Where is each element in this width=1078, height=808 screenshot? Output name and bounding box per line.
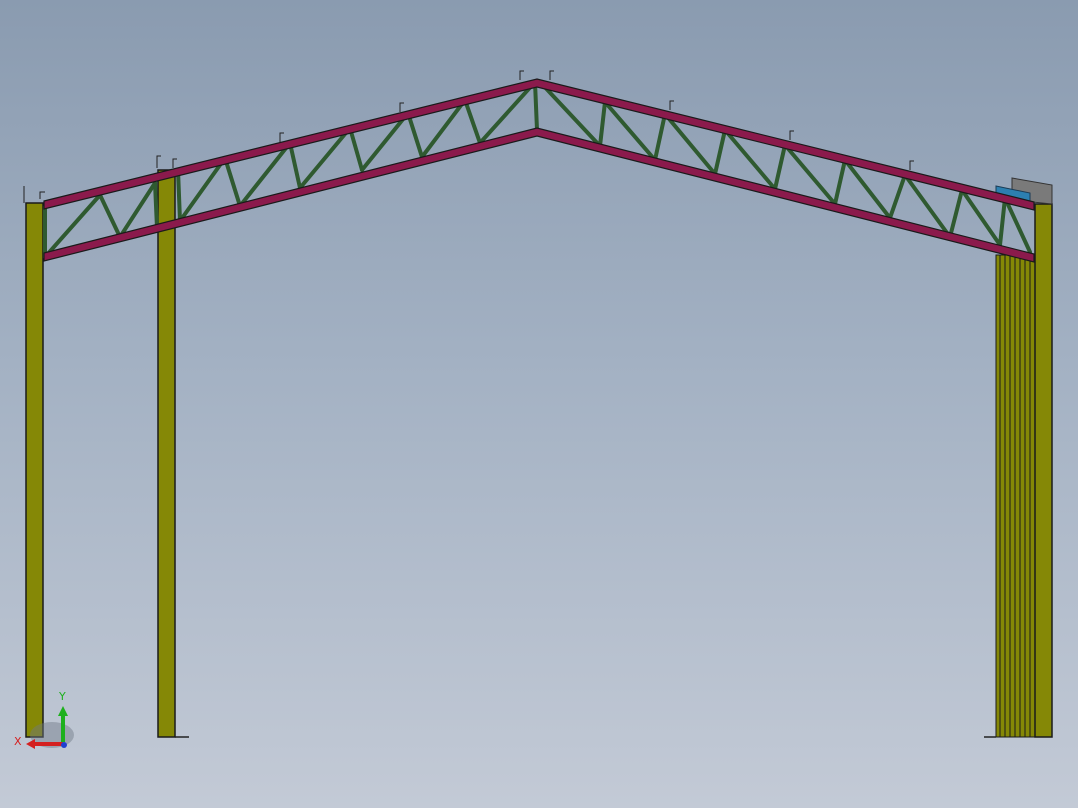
interior-column[interactable] (157, 169, 189, 738)
left-column[interactable] (23, 186, 44, 738)
cad-graphics-viewport[interactable]: Y X (0, 0, 1078, 808)
portal-frame-model[interactable] (23, 70, 1053, 738)
truss-top-chord[interactable] (43, 78, 1035, 211)
triad-y-label: Y (58, 690, 66, 703)
truss-bottom-chord[interactable] (43, 127, 1035, 263)
coordinate-triad-icon: Y X (14, 690, 74, 749)
triad-x-label: X (14, 735, 22, 748)
right-column[interactable] (984, 177, 1053, 738)
